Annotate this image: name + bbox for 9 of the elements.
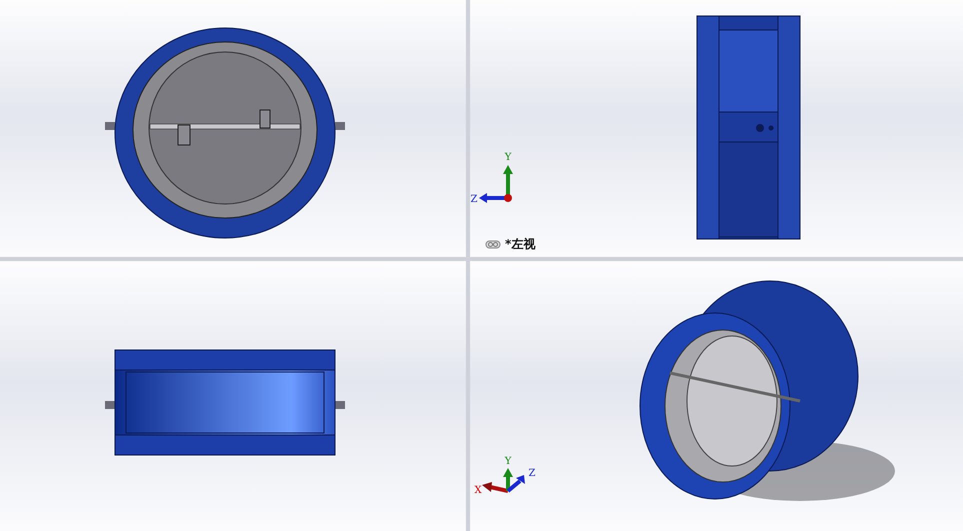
axis-label: Y [504,456,512,467]
link-icon [485,240,501,249]
axis-label: X [474,485,482,496]
axis-label: Z [528,468,536,479]
view-name: *左视 [505,236,536,253]
axis-label: Y [504,152,512,163]
axis-triad-drawing [482,468,525,493]
axis-label: Z [470,194,478,205]
axis-triad-drawing [479,165,513,203]
